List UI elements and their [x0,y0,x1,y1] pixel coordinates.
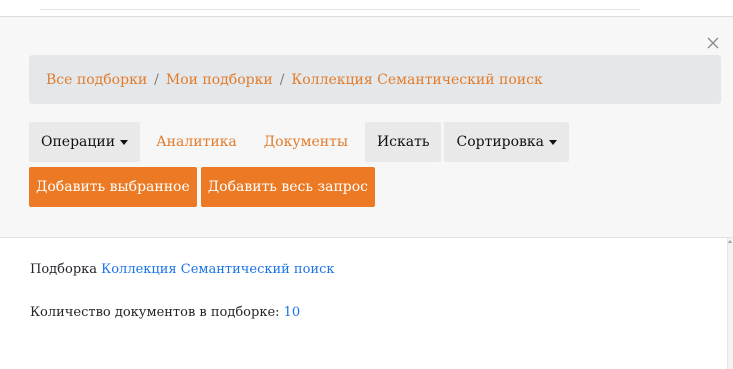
close-icon [707,37,719,49]
sort-dropdown-button[interactable]: Сортировка [444,122,570,162]
add-whole-query-label: Добавить весь запрос [207,179,369,195]
breadcrumb-current-collection[interactable]: Коллекция Семантический поиск [291,72,542,88]
scroll-up-arrow-icon[interactable] [728,240,732,243]
operations-dropdown-button[interactable]: Операции [29,122,141,162]
operations-label: Операции [41,134,116,150]
document-count-value: 10 [283,305,301,320]
add-whole-query-button[interactable]: Добавить весь запрос [200,167,376,207]
document-count: Количество документов в подборке: 10 [30,305,300,320]
toolbar: Операции Аналитика Документы Искать Сорт… [29,122,570,162]
analytics-label: Аналитика [156,134,237,150]
caret-down-icon [549,139,558,145]
breadcrumb: Все подборки / Мои подборки / Коллекция … [29,55,721,104]
caret-down-icon [120,139,129,145]
action-buttons: Добавить выбранное Добавить весь запрос [29,167,376,207]
search-button[interactable]: Искать [364,122,442,162]
breadcrumb-my-collections[interactable]: Мои подборки [166,72,273,88]
breadcrumb-separator: / [279,71,285,88]
documents-label: Документы [263,134,348,150]
collection-name-link[interactable]: Коллекция Семантический поиск [101,262,334,277]
breadcrumb-separator: / [154,71,159,88]
document-count-label: Количество документов в подборке: [30,305,280,320]
add-selected-button[interactable]: Добавить выбранное [29,167,197,207]
close-button[interactable] [700,30,726,56]
add-selected-label: Добавить выбранное [36,179,190,195]
vertical-scrollbar[interactable] [727,238,733,369]
page: Все подборки / Мои подборки / Коллекция … [0,0,733,369]
search-label: Искать [376,134,430,150]
breadcrumb-all-collections[interactable]: Все подборки [46,72,147,88]
top-divider [40,9,640,10]
analytics-link[interactable]: Аналитика [140,122,252,162]
sort-label: Сортировка [456,134,545,150]
documents-link[interactable]: Документы [252,122,365,162]
collection-prefix: Подборка [30,262,98,277]
collection-info: Подборка Коллекция Семантический поиск [30,262,335,277]
